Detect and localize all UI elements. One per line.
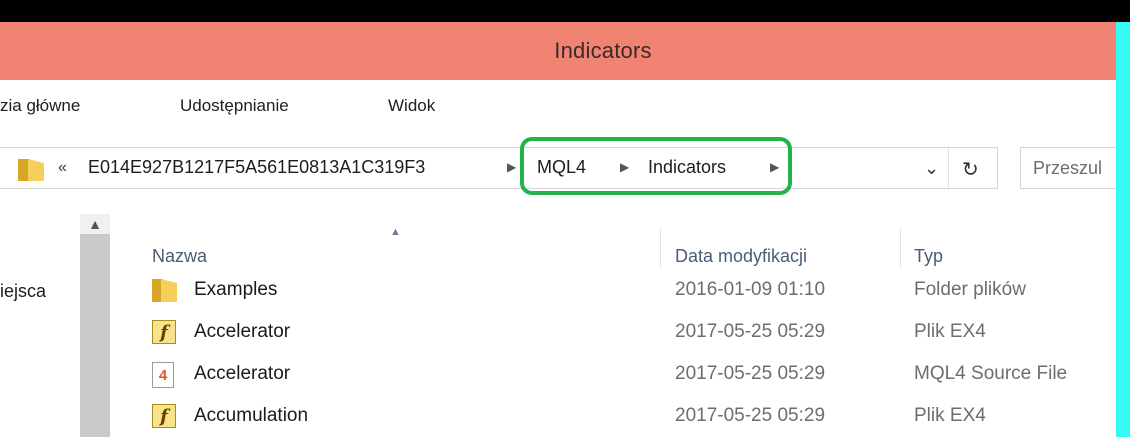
- file-type: Plik EX4: [914, 321, 986, 342]
- address-bar[interactable]: « E014E927B1217F5A561E0813A1C319F3 ▶ MQL…: [0, 147, 998, 189]
- column-divider[interactable]: [900, 228, 901, 268]
- file-type: Plik EX4: [914, 405, 986, 426]
- file-date: 2017-05-25 05:29: [675, 405, 826, 426]
- file-name: Accelerator: [194, 363, 291, 384]
- file-row[interactable]: f Accelerator 2017-05-25 05:29 Plik EX4: [112, 312, 1116, 352]
- file-date: 2016-01-09 01:10: [675, 279, 826, 300]
- file-type: MQL4 Source File: [914, 363, 1068, 384]
- tab-view[interactable]: Widok: [388, 96, 435, 116]
- nav-item-places[interactable]: iejsca: [0, 281, 46, 302]
- breadcrumb-separator-icon[interactable]: ▶: [507, 160, 516, 174]
- highlight-annotation: [520, 137, 792, 195]
- file-date: 2017-05-25 05:29: [675, 321, 826, 342]
- file-name: Examples: [194, 279, 278, 300]
- column-header-row: ▲ Nazwa Data modyfikacji Typ: [112, 198, 1116, 268]
- file-row[interactable]: f Accumulation 2017-05-25 05:29 Plik EX4: [112, 396, 1116, 436]
- column-header-name[interactable]: Nazwa: [152, 246, 207, 267]
- address-divider: [948, 148, 949, 188]
- top-black-bar: [0, 0, 1130, 22]
- chevron-down-icon[interactable]: ⌄: [924, 158, 939, 179]
- file-date: 2017-05-25 05:29: [675, 363, 826, 384]
- file-name: Accelerator: [194, 321, 291, 342]
- refresh-icon[interactable]: ↻: [962, 157, 979, 182]
- column-header-date[interactable]: Data modyfikacji: [675, 246, 807, 267]
- search-box[interactable]: [1020, 147, 1116, 189]
- ribbon-tabs: zia główne Udostępnianie Widok: [0, 80, 1116, 132]
- search-input[interactable]: [1021, 148, 1116, 188]
- ex4-file-icon: f: [152, 404, 178, 430]
- tab-home[interactable]: zia główne: [0, 96, 80, 116]
- back-more-icon[interactable]: «: [58, 159, 67, 177]
- mq4-source-file-icon: 4: [152, 362, 178, 388]
- column-header-type[interactable]: Typ: [914, 246, 943, 267]
- file-row[interactable]: Examples 2016-01-09 01:10 Folder plików: [112, 270, 1116, 310]
- file-row[interactable]: 4 Accelerator 2017-05-25 05:29 MQL4 Sour…: [112, 354, 1116, 394]
- file-name: Accumulation: [194, 405, 309, 426]
- explorer-window: Indicators zia główne Udostępnianie Wido…: [0, 22, 1116, 437]
- file-type: Folder plików: [914, 279, 1026, 300]
- sort-ascending-icon: ▲: [390, 226, 401, 238]
- folder-icon: [152, 278, 178, 304]
- folder-icon: [18, 157, 46, 186]
- column-divider[interactable]: [660, 228, 661, 268]
- title-bar[interactable]: Indicators: [0, 22, 1116, 80]
- tab-share[interactable]: Udostępnianie: [180, 96, 289, 116]
- ex4-file-icon: f: [152, 320, 178, 346]
- scroll-up-icon[interactable]: ▲: [80, 214, 110, 234]
- nav-scrollbar-thumb[interactable]: [80, 234, 110, 437]
- breadcrumb-hash-folder[interactable]: E014E927B1217F5A561E0813A1C319F3: [88, 157, 425, 178]
- navigation-pane: ▲ iejsca: [0, 198, 112, 437]
- window-title: Indicators: [554, 38, 652, 63]
